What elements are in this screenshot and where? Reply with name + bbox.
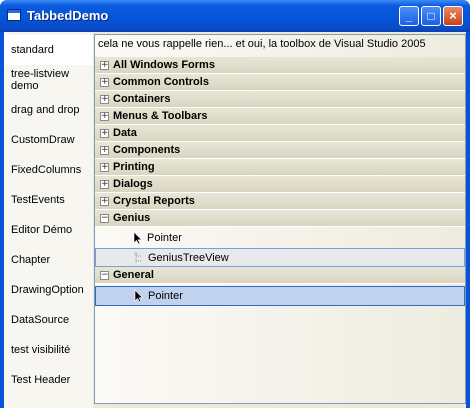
tab-standard[interactable]: standard (4, 35, 93, 65)
item-label: Pointer (147, 232, 182, 244)
collapse-icon[interactable]: − (100, 214, 109, 223)
category-dialogs[interactable]: + Dialogs (95, 176, 465, 193)
treeview-icon (134, 252, 141, 263)
category-genius[interactable]: − Genius (95, 210, 465, 227)
tab-customdraw[interactable]: CustomDraw (4, 125, 93, 155)
item-label: Pointer (148, 290, 183, 302)
category-label: All Windows Forms (113, 59, 215, 71)
maximize-button[interactable]: □ (421, 6, 441, 26)
toolbox-item-pointer-general[interactable]: Pointer (95, 286, 465, 306)
tab-testevents[interactable]: TestEvents (4, 185, 93, 215)
expand-icon[interactable]: + (100, 95, 109, 104)
collapse-icon[interactable]: − (100, 271, 109, 280)
close-button[interactable]: × (443, 6, 463, 26)
tab-drawingoption[interactable]: DrawingOption (4, 275, 93, 305)
tab-drag-and-drop[interactable]: drag and drop (4, 95, 93, 125)
category-label: General (113, 269, 154, 281)
minimize-button[interactable]: _ (399, 6, 419, 26)
expand-icon[interactable]: + (100, 180, 109, 189)
category-general[interactable]: − General (95, 267, 465, 284)
expand-icon[interactable]: + (100, 129, 109, 138)
category-menus-toolbars[interactable]: + Menus & Toolbars (95, 108, 465, 125)
category-label: Printing (113, 161, 155, 173)
category-crystal-reports[interactable]: + Crystal Reports (95, 193, 465, 210)
expand-icon[interactable]: + (100, 146, 109, 155)
tab-chapter[interactable]: Chapter (4, 245, 93, 275)
category-label: Containers (113, 93, 171, 105)
item-label: GeniusTreeView (148, 252, 229, 264)
pointer-icon (134, 289, 144, 303)
pointer-icon (133, 231, 143, 245)
tab-editor-demo[interactable]: Editor Démo (4, 215, 93, 245)
app-icon (7, 9, 21, 21)
category-label: Data (113, 127, 137, 139)
category-label: Common Controls (113, 76, 209, 88)
vertical-tab-strip: standard tree-listview demo drag and dro… (4, 32, 93, 408)
expand-icon[interactable]: + (100, 112, 109, 121)
toolbox-item-pointer[interactable]: Pointer (95, 229, 465, 248)
category-label: Components (113, 144, 181, 156)
expand-icon[interactable]: + (100, 78, 109, 87)
toolbox-header-text: cela ne vous rappelle rien... et oui, la… (98, 38, 426, 50)
tab-tree-listview-demo[interactable]: tree-listview demo (4, 65, 93, 95)
title-bar[interactable]: TabbedDemo _ □ × (0, 0, 470, 32)
category-label: Dialogs (113, 178, 153, 190)
client-area: standard tree-listview demo drag and dro… (4, 32, 466, 408)
app-window: TabbedDemo _ □ × standard tree-listview … (0, 0, 470, 408)
category-label: Crystal Reports (113, 195, 195, 207)
category-all-windows-forms[interactable]: + All Windows Forms (95, 57, 465, 74)
expand-icon[interactable]: + (100, 197, 109, 206)
category-common-controls[interactable]: + Common Controls (95, 74, 465, 91)
window-title: TabbedDemo (27, 8, 109, 23)
category-label: Genius (113, 212, 151, 224)
category-components[interactable]: + Components (95, 142, 465, 159)
tab-test-visibilite[interactable]: test visibilité (4, 335, 93, 365)
toolbox-item-geniustreeview[interactable]: GeniusTreeView (95, 248, 465, 267)
category-label: Menus & Toolbars (113, 110, 208, 122)
category-data[interactable]: + Data (95, 125, 465, 142)
expand-icon[interactable]: + (100, 163, 109, 172)
tab-datasource[interactable]: DataSource (4, 305, 93, 335)
tab-test-header[interactable]: Test Header (4, 365, 93, 395)
tab-fixedcolumns[interactable]: FixedColumns (4, 155, 93, 185)
expand-icon[interactable]: + (100, 61, 109, 70)
category-printing[interactable]: + Printing (95, 159, 465, 176)
toolbox-pane: cela ne vous rappelle rien... et oui, la… (94, 34, 466, 404)
category-containers[interactable]: + Containers (95, 91, 465, 108)
